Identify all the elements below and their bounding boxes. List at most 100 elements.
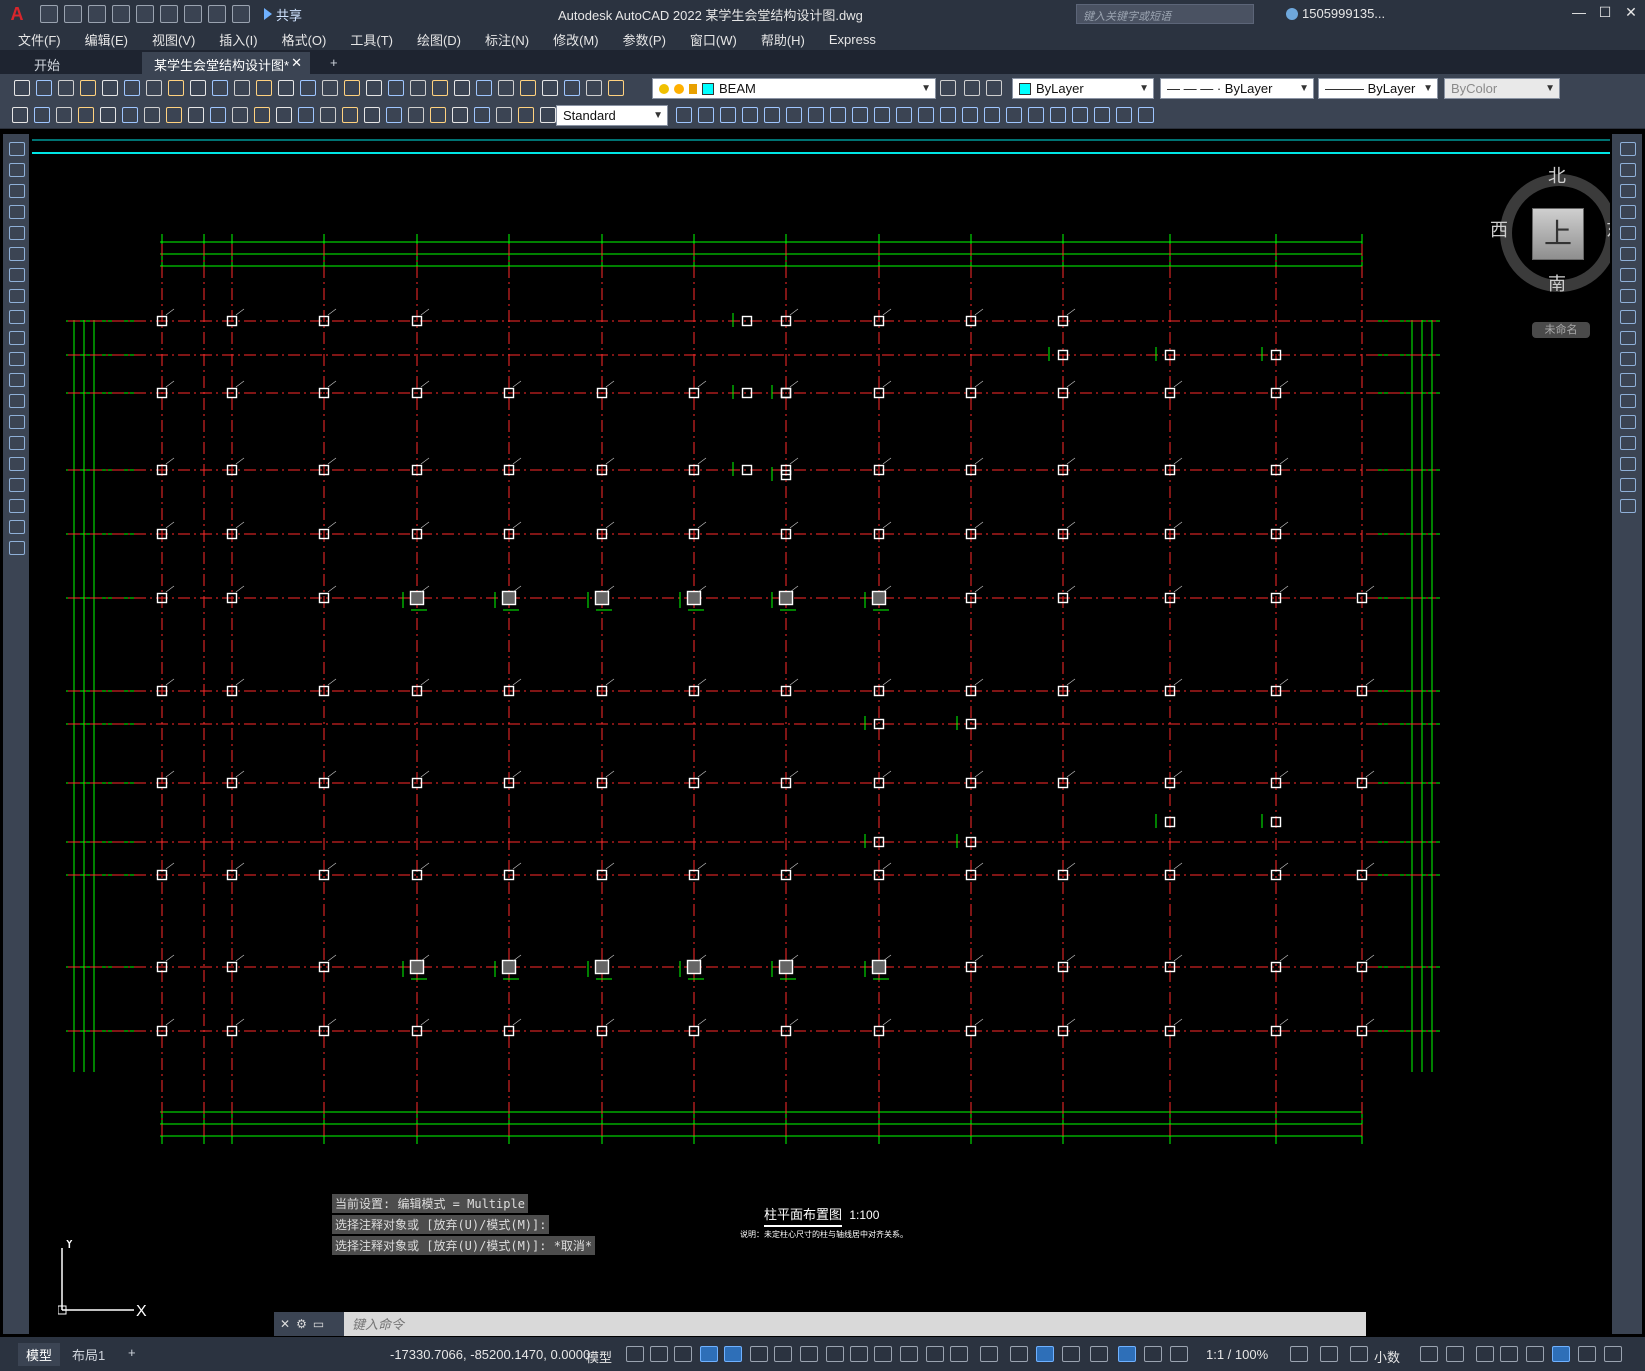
search-input[interactable]: 键入关键字或短语 bbox=[1076, 4, 1254, 24]
toolbar-tool-icon[interactable] bbox=[586, 80, 602, 96]
toolbar-tool-icon[interactable] bbox=[940, 107, 956, 123]
toolbar-tool-icon[interactable] bbox=[210, 107, 226, 123]
menu-file[interactable]: 文件(F) bbox=[18, 30, 61, 49]
status-toggle-icon[interactable] bbox=[700, 1346, 718, 1362]
modify-tool-icon[interactable] bbox=[1620, 205, 1636, 219]
save-web-icon[interactable] bbox=[160, 5, 178, 23]
recent-commands-icon[interactable]: ▭ bbox=[313, 1317, 324, 1331]
plot-icon[interactable] bbox=[184, 5, 202, 23]
toolbar-tool-icon[interactable] bbox=[430, 107, 446, 123]
modify-tool-icon[interactable] bbox=[1620, 184, 1636, 198]
draw-tool-icon[interactable] bbox=[9, 520, 25, 534]
status-toggle-icon[interactable] bbox=[750, 1346, 768, 1362]
menu-insert[interactable]: 插入(I) bbox=[219, 30, 257, 49]
status-toggle-icon[interactable] bbox=[1010, 1346, 1028, 1362]
toolbar-tool-icon[interactable] bbox=[58, 80, 74, 96]
tab-layout1[interactable]: 布局1 bbox=[64, 1343, 113, 1366]
structural-drawing[interactable] bbox=[32, 134, 1610, 1334]
draw-tool-icon[interactable] bbox=[9, 394, 25, 408]
toolbar-tool-icon[interactable] bbox=[388, 80, 404, 96]
toolbar-tool-icon[interactable] bbox=[984, 107, 1000, 123]
toolbar-tool-icon[interactable] bbox=[122, 107, 138, 123]
tab-model[interactable]: 模型 bbox=[18, 1343, 61, 1366]
modify-tool-icon[interactable] bbox=[1620, 289, 1636, 303]
modify-tool-icon[interactable] bbox=[1620, 436, 1636, 450]
status-toggle-icon[interactable] bbox=[626, 1346, 644, 1362]
status-toggle-icon[interactable] bbox=[1526, 1346, 1544, 1362]
menu-format[interactable]: 格式(O) bbox=[282, 30, 327, 49]
toolbar-tool-icon[interactable] bbox=[698, 107, 714, 123]
status-toggle-icon[interactable] bbox=[1320, 1346, 1338, 1362]
close-tab-icon[interactable]: ✕ bbox=[291, 55, 302, 71]
menu-modify[interactable]: 修改(M) bbox=[553, 30, 599, 49]
status-toggle-icon[interactable] bbox=[800, 1346, 818, 1362]
draw-tool-icon[interactable] bbox=[9, 310, 25, 324]
toolbar-tool-icon[interactable] bbox=[764, 107, 780, 123]
toolbar-tool-icon[interactable] bbox=[564, 80, 580, 96]
layer-tool-icon[interactable] bbox=[986, 80, 1002, 96]
toolbar-tool-icon[interactable] bbox=[874, 107, 890, 123]
status-toggle-icon[interactable] bbox=[674, 1346, 692, 1362]
toolbar-tool-icon[interactable] bbox=[1094, 107, 1110, 123]
tab-drawing[interactable]: 某学生会堂结构设计图* ✕ bbox=[142, 52, 310, 74]
toolbar-tool-icon[interactable] bbox=[254, 107, 270, 123]
toolbar-tool-icon[interactable] bbox=[56, 107, 72, 123]
layer-dropdown[interactable]: BEAM ▼ bbox=[652, 78, 936, 99]
toolbar-tool-icon[interactable] bbox=[962, 107, 978, 123]
redo-icon[interactable] bbox=[232, 5, 250, 23]
model-space-toggle[interactable]: 模型 bbox=[586, 1347, 612, 1366]
lineweight-dropdown[interactable]: ——— ByLayer ▼ bbox=[1318, 78, 1438, 99]
toolbar-tool-icon[interactable] bbox=[146, 80, 162, 96]
viewcube-top-face[interactable]: 上 bbox=[1532, 208, 1584, 260]
drawing-canvas[interactable]: 上 北 南 东 西 未命名 Y X 当前设置: 编辑模式 = Multiple … bbox=[32, 134, 1610, 1334]
status-toggle-icon[interactable] bbox=[826, 1346, 844, 1362]
toolbar-tool-icon[interactable] bbox=[322, 80, 338, 96]
status-toggle-icon[interactable] bbox=[926, 1346, 944, 1362]
compass-south[interactable]: 南 bbox=[1548, 270, 1566, 296]
open-web-icon[interactable] bbox=[136, 5, 154, 23]
toolbar-tool-icon[interactable] bbox=[410, 80, 426, 96]
toolbar-tool-icon[interactable] bbox=[454, 80, 470, 96]
save-as-icon[interactable] bbox=[112, 5, 130, 23]
status-toggle-icon[interactable] bbox=[980, 1346, 998, 1362]
toolbar-tool-icon[interactable] bbox=[676, 107, 692, 123]
toolbar-tool-icon[interactable] bbox=[852, 107, 868, 123]
modify-tool-icon[interactable] bbox=[1620, 415, 1636, 429]
draw-tool-icon[interactable] bbox=[9, 499, 25, 513]
status-toggle-icon[interactable] bbox=[1420, 1346, 1438, 1362]
status-toggle-icon[interactable] bbox=[1604, 1346, 1622, 1362]
toolbar-tool-icon[interactable] bbox=[452, 107, 468, 123]
save-icon[interactable] bbox=[88, 5, 106, 23]
status-toggle-icon[interactable] bbox=[1290, 1346, 1308, 1362]
toolbar-tool-icon[interactable] bbox=[168, 80, 184, 96]
toolbar-tool-icon[interactable] bbox=[386, 107, 402, 123]
toolbar-tool-icon[interactable] bbox=[830, 107, 846, 123]
draw-tool-icon[interactable] bbox=[9, 163, 25, 177]
toolbar-tool-icon[interactable] bbox=[300, 80, 316, 96]
toolbar-tool-icon[interactable] bbox=[1028, 107, 1044, 123]
new-tab-button[interactable]: + bbox=[318, 52, 350, 74]
modify-tool-icon[interactable] bbox=[1620, 226, 1636, 240]
toolbar-tool-icon[interactable] bbox=[364, 107, 380, 123]
status-toggle-icon[interactable] bbox=[1350, 1346, 1368, 1362]
draw-tool-icon[interactable] bbox=[9, 331, 25, 345]
draw-tool-icon[interactable] bbox=[9, 415, 25, 429]
open-file-icon[interactable] bbox=[64, 5, 82, 23]
compass-east[interactable]: 东 bbox=[1606, 216, 1610, 242]
modify-tool-icon[interactable] bbox=[1620, 478, 1636, 492]
modify-tool-icon[interactable] bbox=[1620, 352, 1636, 366]
toolbar-tool-icon[interactable] bbox=[518, 107, 534, 123]
status-toggle-icon[interactable] bbox=[1500, 1346, 1518, 1362]
draw-tool-icon[interactable] bbox=[9, 289, 25, 303]
close-cmdline-icon[interactable]: ✕ bbox=[280, 1317, 290, 1331]
draw-tool-icon[interactable] bbox=[9, 436, 25, 450]
toolbar-tool-icon[interactable] bbox=[366, 80, 382, 96]
status-toggle-icon[interactable] bbox=[1170, 1346, 1188, 1362]
toolbar-tool-icon[interactable] bbox=[542, 80, 558, 96]
menu-window[interactable]: 窗口(W) bbox=[690, 30, 737, 49]
toolbar-tool-icon[interactable] bbox=[190, 80, 206, 96]
status-toggle-icon[interactable] bbox=[1118, 1346, 1136, 1362]
status-toggle-icon[interactable] bbox=[850, 1346, 868, 1362]
draw-tool-icon[interactable] bbox=[9, 268, 25, 282]
tab-start[interactable]: 开始 bbox=[22, 52, 72, 74]
